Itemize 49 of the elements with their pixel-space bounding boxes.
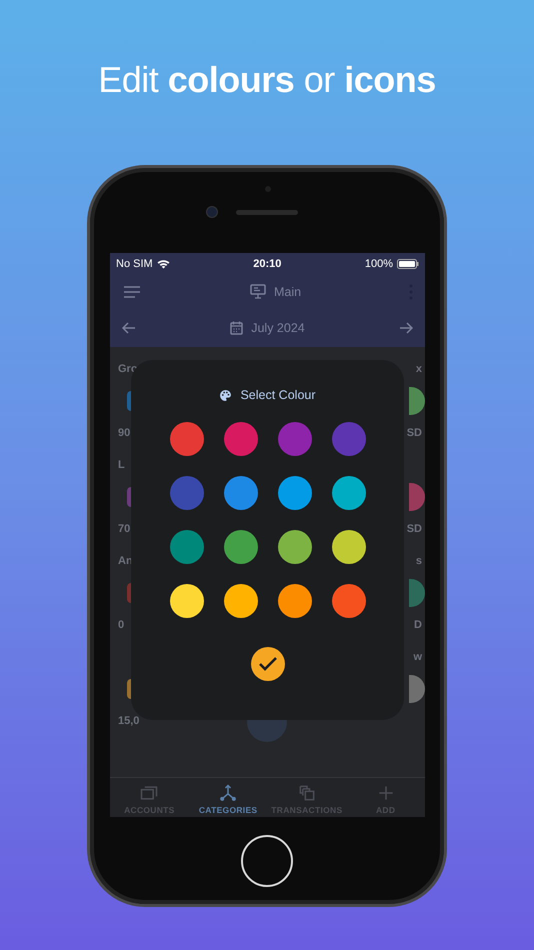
carrier-label: No SIM bbox=[116, 258, 153, 270]
forward-arrow-icon[interactable] bbox=[398, 322, 413, 334]
category-text: SD bbox=[406, 523, 422, 535]
colour-swatch[interactable] bbox=[170, 584, 204, 618]
colour-swatch[interactable] bbox=[224, 422, 258, 456]
colour-swatch[interactable] bbox=[332, 422, 366, 456]
colour-swatch[interactable] bbox=[224, 476, 258, 510]
colour-swatch[interactable] bbox=[332, 584, 366, 618]
category-text: L bbox=[118, 459, 125, 471]
colour-swatch[interactable] bbox=[170, 476, 204, 510]
colour-swatch[interactable] bbox=[278, 530, 312, 564]
monitor-icon bbox=[250, 284, 266, 299]
check-icon bbox=[258, 656, 278, 672]
colour-swatch[interactable] bbox=[170, 530, 204, 564]
colour-swatch[interactable] bbox=[332, 530, 366, 564]
category-text: 15,0 bbox=[118, 715, 140, 727]
category-text: 70 bbox=[118, 523, 130, 535]
clock: 20:10 bbox=[253, 258, 282, 270]
category-text: SD bbox=[406, 427, 422, 439]
category-text: D bbox=[414, 619, 422, 631]
colour-swatch[interactable] bbox=[278, 422, 312, 456]
home-button[interactable] bbox=[241, 834, 293, 886]
confirm-button[interactable] bbox=[250, 647, 284, 681]
month-label: July 2024 bbox=[251, 320, 305, 334]
copy-icon bbox=[296, 783, 317, 803]
colour-swatch[interactable] bbox=[170, 422, 204, 456]
tab[interactable]: CATEGORIES bbox=[188, 778, 268, 817]
colour-swatch[interactable] bbox=[224, 584, 258, 618]
calendar-icon bbox=[230, 320, 244, 334]
colour-swatch[interactable] bbox=[278, 476, 312, 510]
category-text: w bbox=[413, 651, 422, 663]
wifi-icon bbox=[156, 259, 170, 269]
ledger-title: Main bbox=[274, 284, 302, 298]
hierarchy-icon bbox=[218, 783, 238, 803]
category-text: s bbox=[416, 555, 422, 567]
category-text: 90 bbox=[118, 427, 130, 439]
battery-icon bbox=[397, 259, 419, 269]
dialog-title: Select Colour bbox=[240, 388, 316, 402]
back-arrow-icon[interactable] bbox=[122, 322, 136, 334]
category-text: x bbox=[416, 363, 422, 375]
camera-icon bbox=[206, 206, 218, 218]
colour-swatch[interactable] bbox=[332, 476, 366, 510]
palette-icon bbox=[219, 388, 232, 402]
colour-swatch[interactable] bbox=[224, 530, 258, 564]
colour-swatch[interactable] bbox=[278, 584, 312, 618]
headline: Edit colours or icons bbox=[98, 58, 436, 100]
speaker-grille bbox=[236, 210, 298, 215]
battery-percent: 100% bbox=[364, 258, 393, 270]
category-text: 0 bbox=[118, 619, 124, 631]
